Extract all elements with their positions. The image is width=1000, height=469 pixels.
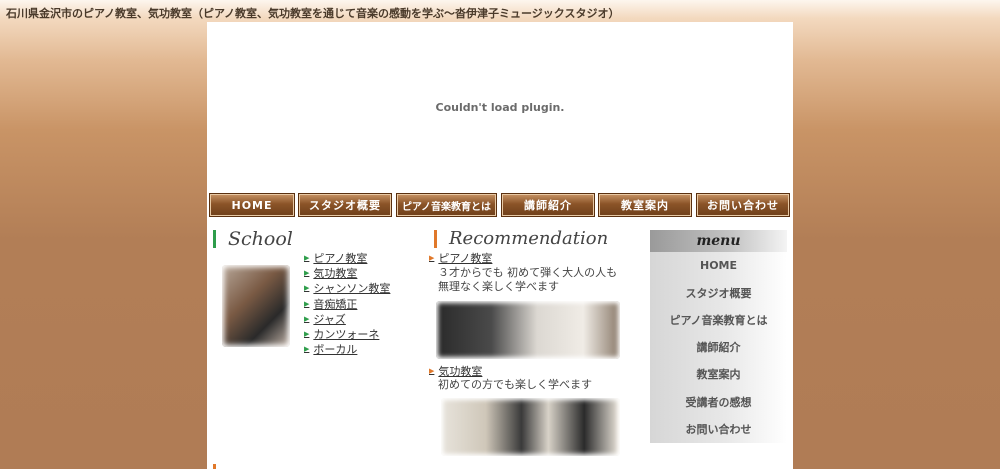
bullet-icon: ▶ bbox=[304, 345, 310, 354]
menu-contact[interactable]: お問い合わせ bbox=[650, 415, 787, 442]
bullet-icon: ▶ bbox=[304, 253, 310, 262]
nav-piano-education[interactable]: ピアノ音楽教育とは bbox=[396, 193, 497, 217]
rec-qigong-desc: 初めての方でも楽しく学べます bbox=[438, 378, 592, 391]
recommendation-heading-text: Recommendation bbox=[449, 228, 609, 249]
school-item-jazz[interactable]: ▶ ジャズ bbox=[304, 311, 390, 326]
nav-classes[interactable]: 教室案内 bbox=[598, 193, 692, 217]
side-menu: menu HOME スタジオ概要 ピアノ音楽教育とは 講師紹介 教室案内 受講者… bbox=[650, 230, 787, 443]
bullet-icon: ▶ bbox=[304, 284, 310, 293]
school-item-vocal[interactable]: ▶ ボーカル bbox=[304, 342, 390, 357]
menu-piano-education[interactable]: ピアノ音楽教育とは bbox=[650, 306, 787, 333]
menu-studio-overview[interactable]: スタジオ概要 bbox=[650, 279, 787, 306]
school-item-canzone[interactable]: ▶ カンツォーネ bbox=[304, 326, 390, 341]
rec-link-piano[interactable]: ▶ ピアノ教室 bbox=[429, 250, 492, 266]
school-photo bbox=[222, 265, 290, 347]
bullet-icon: ▶ bbox=[429, 367, 435, 375]
next-heading-bar bbox=[213, 464, 216, 469]
school-heading: School bbox=[213, 228, 293, 250]
menu-instructor[interactable]: 講師紹介 bbox=[650, 334, 787, 361]
bullet-icon: ▶ bbox=[304, 268, 310, 277]
top-nav: HOME スタジオ概要 ピアノ音楽教育とは 講師紹介 教室案内 お問い合わせ bbox=[207, 193, 793, 219]
school-heading-text: School bbox=[228, 228, 293, 250]
rec-link-qigong[interactable]: ▶ 気功教室 bbox=[429, 363, 482, 379]
bullet-icon: ▶ bbox=[304, 314, 310, 323]
qigong-photo bbox=[441, 398, 620, 456]
nav-contact[interactable]: お問い合わせ bbox=[696, 193, 790, 217]
plugin-placeholder: Couldn't load plugin. bbox=[207, 22, 793, 192]
heading-bar bbox=[434, 229, 437, 248]
bullet-icon: ▶ bbox=[429, 254, 435, 262]
school-list: ▶ ピアノ教室 ▶ 気功教室 ▶ シャンソン教室 ▶ 音痴矯正 ▶ ジャズ ▶ カンツォーネ… bbox=[304, 250, 390, 357]
menu-classes[interactable]: 教室案内 bbox=[650, 361, 787, 388]
page-content: Couldn't load plugin. HOME スタジオ概要 ピアノ音楽教… bbox=[207, 22, 793, 469]
menu-testimonials[interactable]: 受講者の感想 bbox=[650, 388, 787, 415]
nav-studio-overview[interactable]: スタジオ概要 bbox=[298, 193, 392, 217]
recommendation-heading: Recommendation bbox=[434, 228, 608, 249]
plugin-error-message: Couldn't load plugin. bbox=[435, 100, 565, 114]
rec-piano-desc: ３才からでも 初めて弾く大人の人も 無理なく楽しく学べます bbox=[438, 266, 618, 293]
piano-photo bbox=[436, 301, 620, 359]
nav-instructor[interactable]: 講師紹介 bbox=[501, 193, 595, 217]
bullet-icon: ▶ bbox=[304, 299, 310, 308]
bullet-icon: ▶ bbox=[304, 330, 310, 339]
school-item-qigong[interactable]: ▶ 気功教室 bbox=[304, 265, 390, 280]
menu-heading: menu bbox=[650, 230, 787, 252]
site-title: 石川県金沢市のピアノ教室、気功教室（ピアノ教室、気功教室を通じて音楽の感動を学ぶ… bbox=[6, 7, 620, 20]
menu-home[interactable]: HOME bbox=[650, 252, 787, 279]
heading-bar bbox=[213, 230, 216, 248]
school-item-pitch-correction[interactable]: ▶ 音痴矯正 bbox=[304, 296, 390, 311]
school-item-chanson[interactable]: ▶ シャンソン教室 bbox=[304, 281, 390, 296]
school-item-piano[interactable]: ▶ ピアノ教室 bbox=[304, 250, 390, 265]
nav-home[interactable]: HOME bbox=[209, 193, 295, 217]
